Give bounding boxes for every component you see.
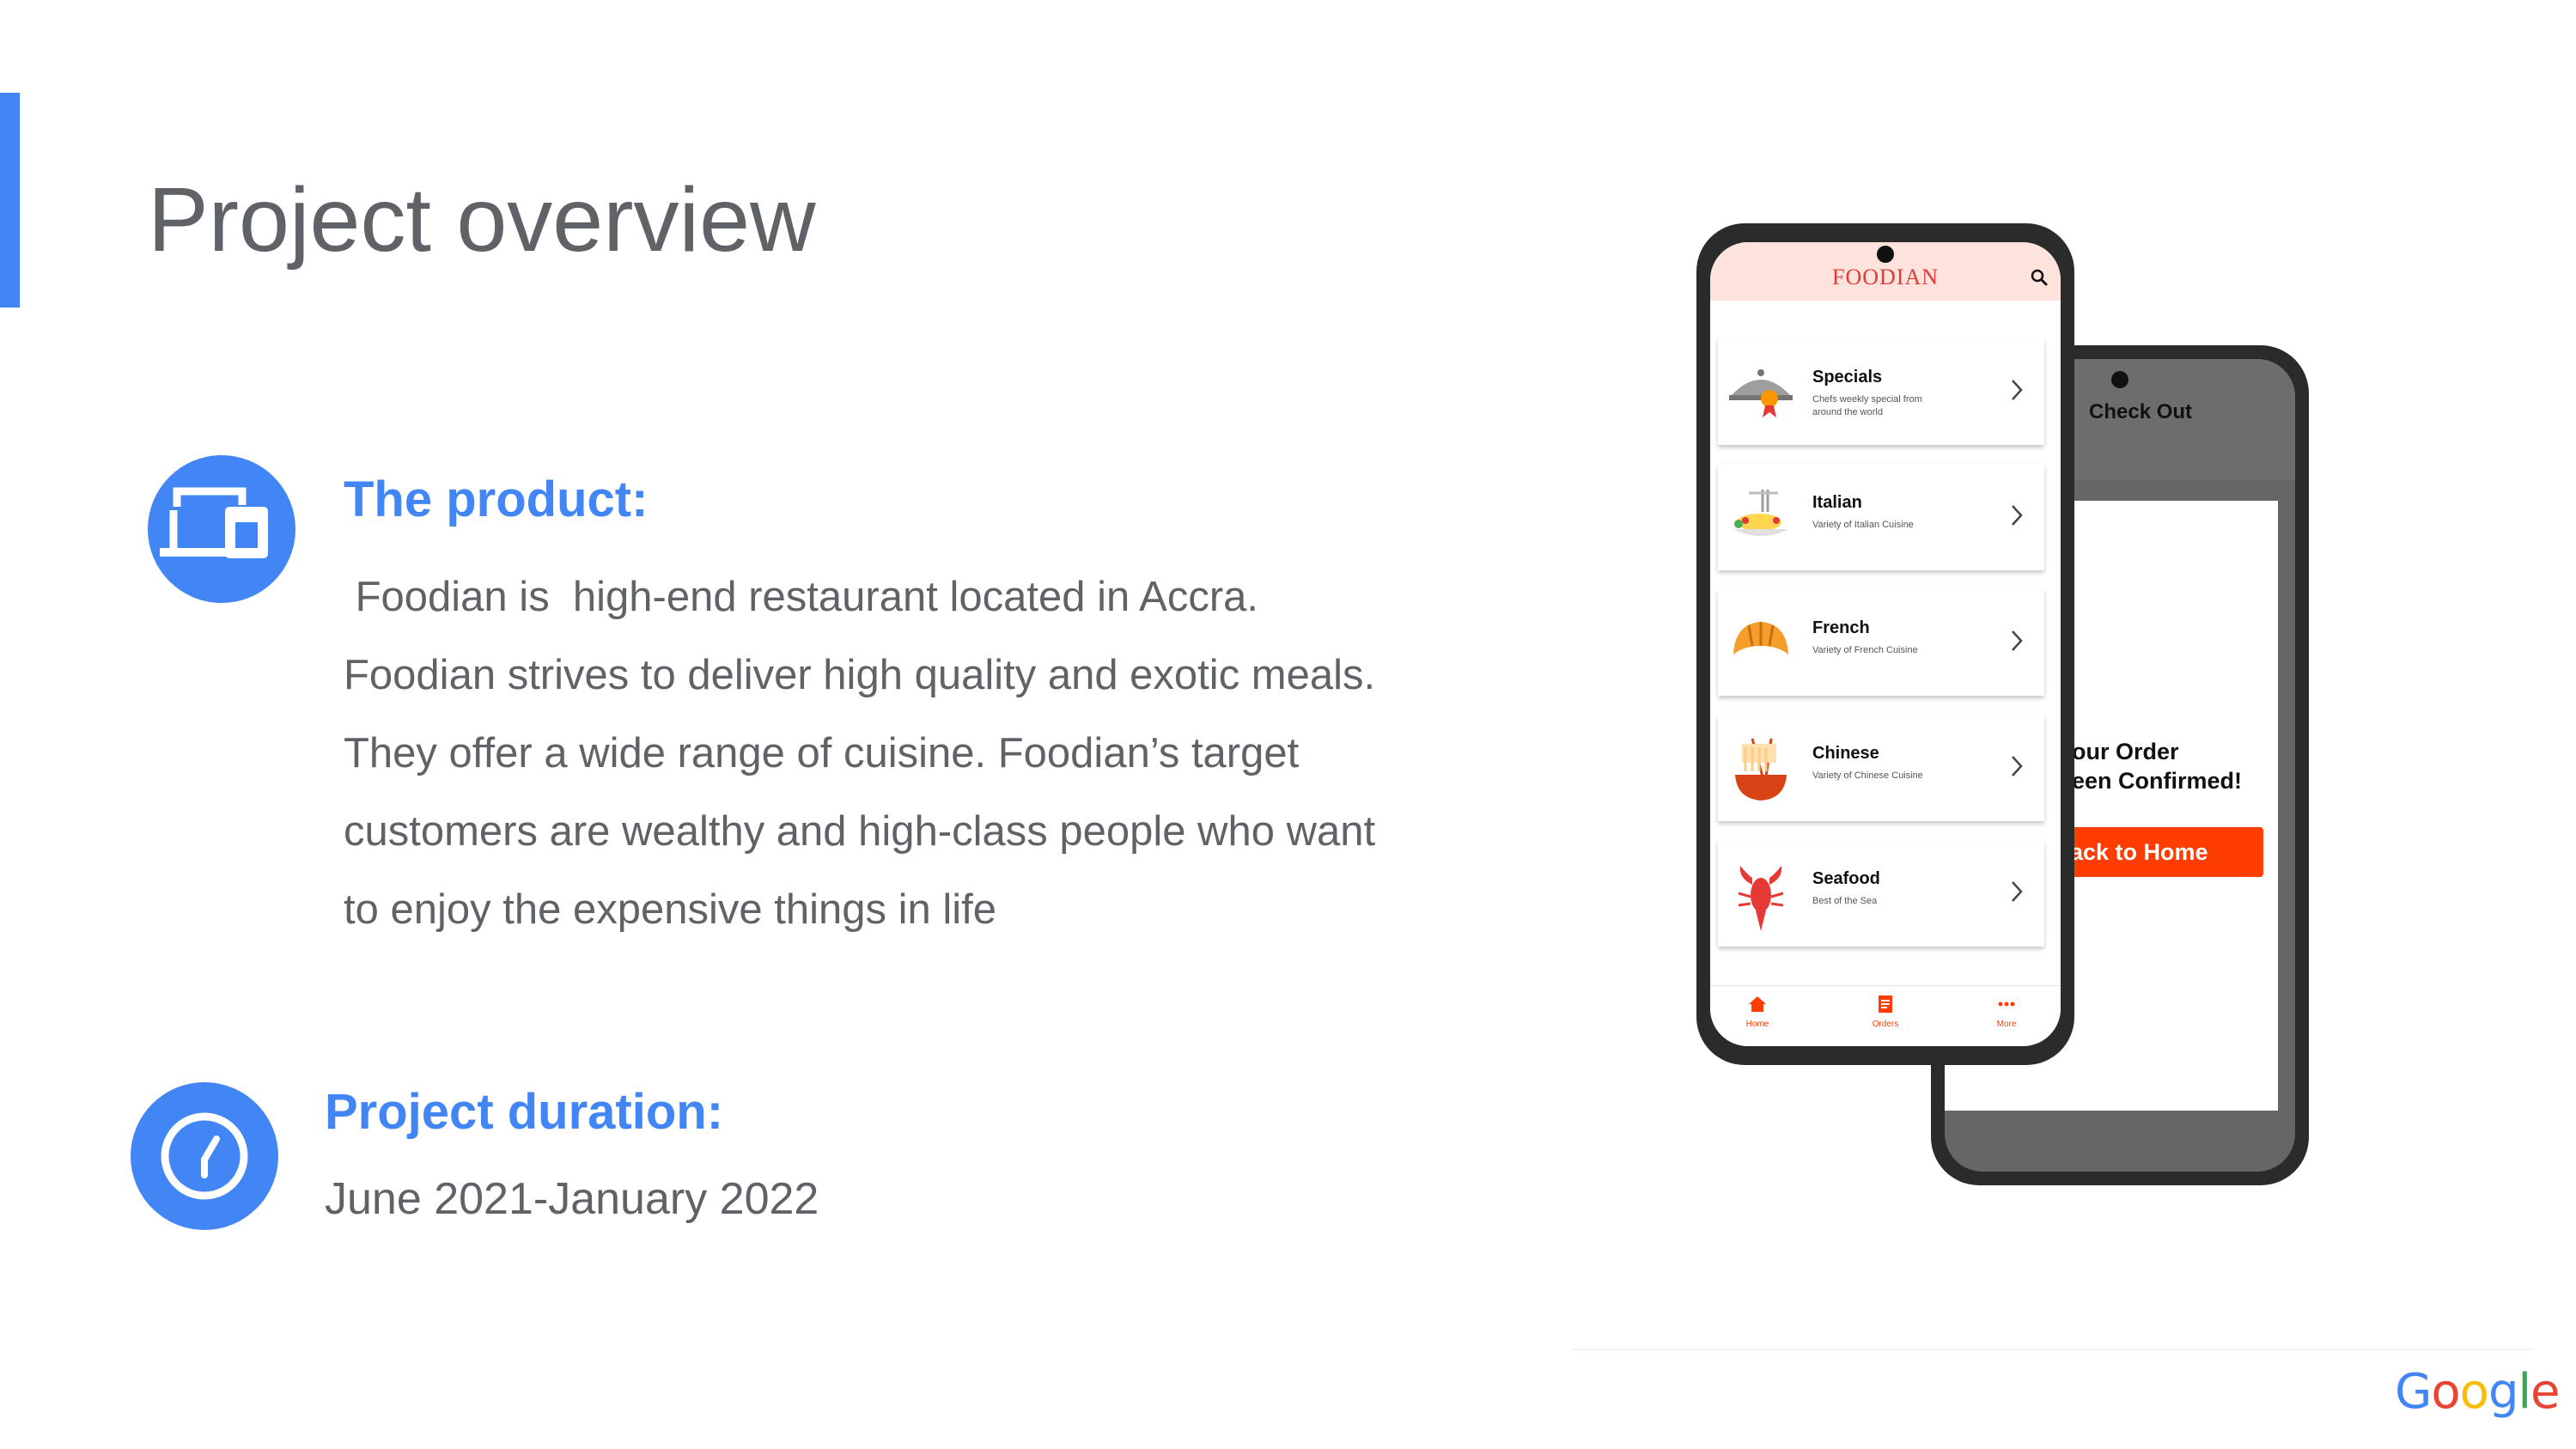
logo-letter: g [2488, 1364, 2519, 1420]
product-line: Foodian is high-end restaurant located i… [344, 574, 1259, 620]
product-heading: The product: [344, 472, 649, 527]
confirmation-line: our Order [2072, 739, 2179, 764]
menu-item-italian[interactable]: Italian Variety of Italian Cuisine [1718, 464, 2044, 570]
nav-label: Orders [1872, 1020, 1899, 1029]
product-icon-badge [148, 455, 295, 603]
nav-home[interactable]: Home [1719, 995, 1796, 1029]
logo-letter: o [2459, 1364, 2489, 1420]
devices-icon [160, 487, 268, 558]
menu-item-title: Seafood [1812, 869, 1880, 888]
logo-letter: G [2395, 1364, 2432, 1420]
nav-label: More [1996, 1020, 2017, 1029]
nav-more[interactable]: More [1968, 995, 2045, 1029]
menu-item-title: Specials [1812, 368, 1883, 387]
menu-item-subtitle: Variety of French Cuisine [1812, 645, 1918, 655]
back-to-home-button[interactable]: ack to Home [2048, 827, 2263, 877]
accent-bar [0, 93, 20, 307]
nav-label: Home [1745, 1020, 1769, 1029]
camera-icon [1877, 246, 1894, 263]
app-logo: FOODIAN [1832, 265, 1939, 289]
product-line: They offer a wide range of cuisine. Food… [344, 730, 1300, 776]
home-icon [1749, 996, 1766, 1012]
menu-item-subtitle: Chefs weekly special from around the wor… [1812, 394, 1922, 417]
cloche-icon [1729, 369, 1793, 417]
menu-item-subtitle: Variety of Chinese Cuisine [1812, 770, 1923, 781]
croissant-icon [1733, 622, 1788, 654]
chevron-right-icon [2012, 505, 2023, 526]
chevron-right-icon [2012, 881, 2023, 902]
checkout-title: Check Out [2089, 400, 2193, 423]
product-line: Foodian strives to deliver high quality … [344, 652, 1376, 698]
menu-item-title: Italian [1812, 493, 1862, 512]
more-icon [1998, 1002, 2015, 1007]
orders-icon [1879, 995, 1892, 1013]
phone-menu: FOODIAN Specials Chefs weekly special fr… [1696, 223, 2074, 1065]
page-title: Project overview [148, 169, 816, 271]
chevron-right-icon [2012, 630, 2023, 651]
duration-heading: Project duration: [325, 1084, 724, 1140]
duration-icon-badge [131, 1082, 278, 1230]
confirmation-message: our Order een Confirmed! [2072, 737, 2242, 795]
menu-item-seafood[interactable]: Seafood Best of the Sea [1718, 840, 2044, 947]
bottom-nav: Home Orders More [1710, 985, 2061, 1046]
footer-divider [1572, 1349, 2534, 1350]
duration-value: June 2021-January 2022 [325, 1174, 819, 1224]
menu-item-chinese[interactable]: Chinese Variety of Chinese Cuisine [1718, 715, 2044, 821]
menu-screen: FOODIAN Specials Chefs weekly special fr… [1710, 242, 2061, 1046]
product-description: Foodian is high-end restaurant located i… [344, 558, 1512, 949]
camera-icon [2111, 371, 2128, 388]
google-logo: Google [2395, 1364, 2561, 1420]
nav-orders[interactable]: Orders [1847, 995, 1924, 1029]
lobster-icon [1738, 866, 1784, 931]
menu-item-title: French [1812, 618, 1870, 637]
menu-item-french[interactable]: French Variety of French Cuisine [1718, 589, 2044, 696]
product-line: customers are wealthy and high-class peo… [344, 808, 1376, 855]
clock-icon [161, 1112, 248, 1200]
menu-item-title: Chinese [1812, 744, 1879, 763]
confirmation-line: een Confirmed! [2072, 768, 2243, 794]
product-line: to enjoy the expensive things in life [344, 886, 996, 933]
chevron-right-icon [2012, 380, 2023, 400]
chevron-right-icon [2012, 756, 2023, 776]
pasta-icon [1733, 490, 1788, 536]
logo-letter: o [2431, 1364, 2460, 1420]
menu-item-specials[interactable]: Specials Chefs weekly special from aroun… [1718, 338, 2044, 445]
menu-item-subtitle: Best of the Sea [1812, 896, 1878, 906]
menu-item-subtitle: Variety of Italian Cuisine [1812, 520, 1914, 530]
logo-letter: l [2518, 1364, 2531, 1420]
search-icon[interactable] [2030, 268, 2049, 287]
noodles-icon [1735, 738, 1787, 801]
logo-letter: e [2530, 1364, 2560, 1420]
